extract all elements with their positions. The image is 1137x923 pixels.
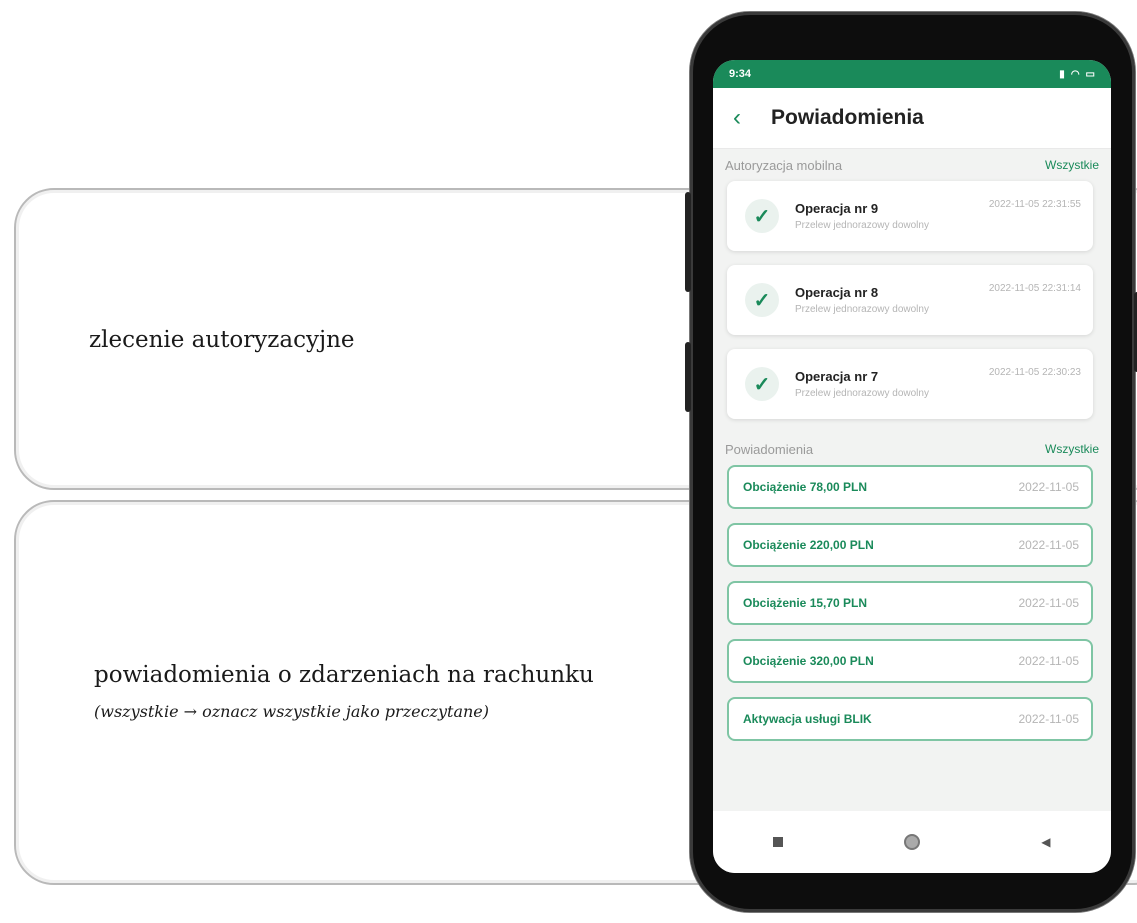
notification-date: 2022-11-05: [1018, 538, 1080, 552]
recent-apps-icon[interactable]: [773, 837, 784, 847]
auth-operation-card[interactable]: ✓ Operacja nr 7 Przelew jednorazowy dowo…: [727, 349, 1093, 419]
notification-title: Obciążenie 15,70 PLN: [743, 596, 868, 610]
page-title: Powiadomienia: [771, 106, 924, 129]
notification-date: 2022-11-05: [1018, 712, 1080, 726]
operation-subtitle: Przelew jednorazowy dowolny: [795, 388, 929, 399]
operation-subtitle: Przelew jednorazowy dowolny: [795, 220, 929, 231]
notification-date: 2022-11-05: [1018, 654, 1080, 668]
notification-title: Obciążenie 78,00 PLN: [743, 480, 868, 494]
operation-subtitle: Przelew jednorazowy dowolny: [795, 304, 929, 315]
auth-section-title: Autoryzacja mobilna: [725, 157, 843, 173]
notification-title: Obciążenie 320,00 PLN: [743, 654, 874, 668]
app-header: ‹ Powiadomienia: [713, 88, 1111, 149]
operation-title: Operacja nr 8: [795, 285, 879, 300]
phone-frame: 9:34 ▮ ◠ ▭ ‹ Powiadomienia Autoryzacja m…: [685, 12, 1137, 912]
operation-title: Operacja nr 7: [795, 369, 879, 384]
check-icon: ✓: [745, 283, 779, 317]
notification-title: Aktywacja usługi BLIK: [743, 712, 872, 726]
operation-title: Operacja nr 9: [795, 201, 879, 216]
auth-operation-card[interactable]: ✓ Operacja nr 8 Przelew jednorazowy dowo…: [727, 265, 1093, 335]
notification-card[interactable]: Obciążenie 320,00 PLN 2022-11-05: [727, 639, 1093, 683]
authorization-callout-label: zlecenie autoryzacyjne: [89, 327, 355, 353]
notifications-callout-sublabel: (wszystkie → oznacz wszystkie jako przec…: [94, 702, 489, 721]
notif-section-header: Powiadomienia Wszystkie: [713, 433, 1111, 465]
notification-date: 2022-11-05: [1018, 480, 1080, 494]
check-icon: ✓: [745, 199, 779, 233]
notifications-callout-label: powiadomienia o zdarzeniach na rachunku: [94, 662, 594, 688]
auth-see-all-link[interactable]: Wszystkie: [1045, 158, 1099, 172]
volume-button: [685, 192, 691, 292]
notif-see-all-link[interactable]: Wszystkie: [1045, 442, 1099, 456]
notif-section-title: Powiadomienia: [725, 441, 814, 457]
notification-title: Obciążenie 220,00 PLN: [743, 538, 874, 552]
operation-date: 2022-11-05 22:31:55: [988, 199, 1081, 210]
signal-icon: ▮: [1059, 68, 1065, 80]
operation-date: 2022-11-05 22:31:14: [988, 283, 1081, 294]
auth-section-header: Autoryzacja mobilna Wszystkie: [713, 149, 1111, 181]
check-icon: ✓: [745, 367, 779, 401]
bixby-button: [685, 342, 691, 412]
phone-screen: 9:34 ▮ ◠ ▭ ‹ Powiadomienia Autoryzacja m…: [713, 60, 1111, 873]
notification-card[interactable]: Obciążenie 220,00 PLN 2022-11-05: [727, 523, 1093, 567]
notification-card[interactable]: Aktywacja usługi BLIK 2022-11-05: [727, 697, 1093, 741]
status-time: 9:34: [729, 68, 752, 80]
wifi-icon: ◠: [1070, 68, 1080, 80]
battery-icon: ▭: [1085, 68, 1095, 80]
chevron-left-icon[interactable]: ‹: [733, 104, 763, 132]
android-nav-bar: ◀: [713, 811, 1111, 873]
home-icon[interactable]: [904, 834, 921, 850]
auth-operation-card[interactable]: ✓ Operacja nr 9 Przelew jednorazowy dowo…: [727, 181, 1093, 251]
operation-date: 2022-11-05 22:30:23: [988, 367, 1081, 378]
notification-date: 2022-11-05: [1018, 596, 1080, 610]
notification-card[interactable]: Obciążenie 15,70 PLN 2022-11-05: [727, 581, 1093, 625]
status-bar: 9:34 ▮ ◠ ▭: [713, 60, 1111, 88]
notification-card[interactable]: Obciążenie 78,00 PLN 2022-11-05: [727, 465, 1093, 509]
back-triangle-icon[interactable]: ◀: [1041, 835, 1050, 849]
